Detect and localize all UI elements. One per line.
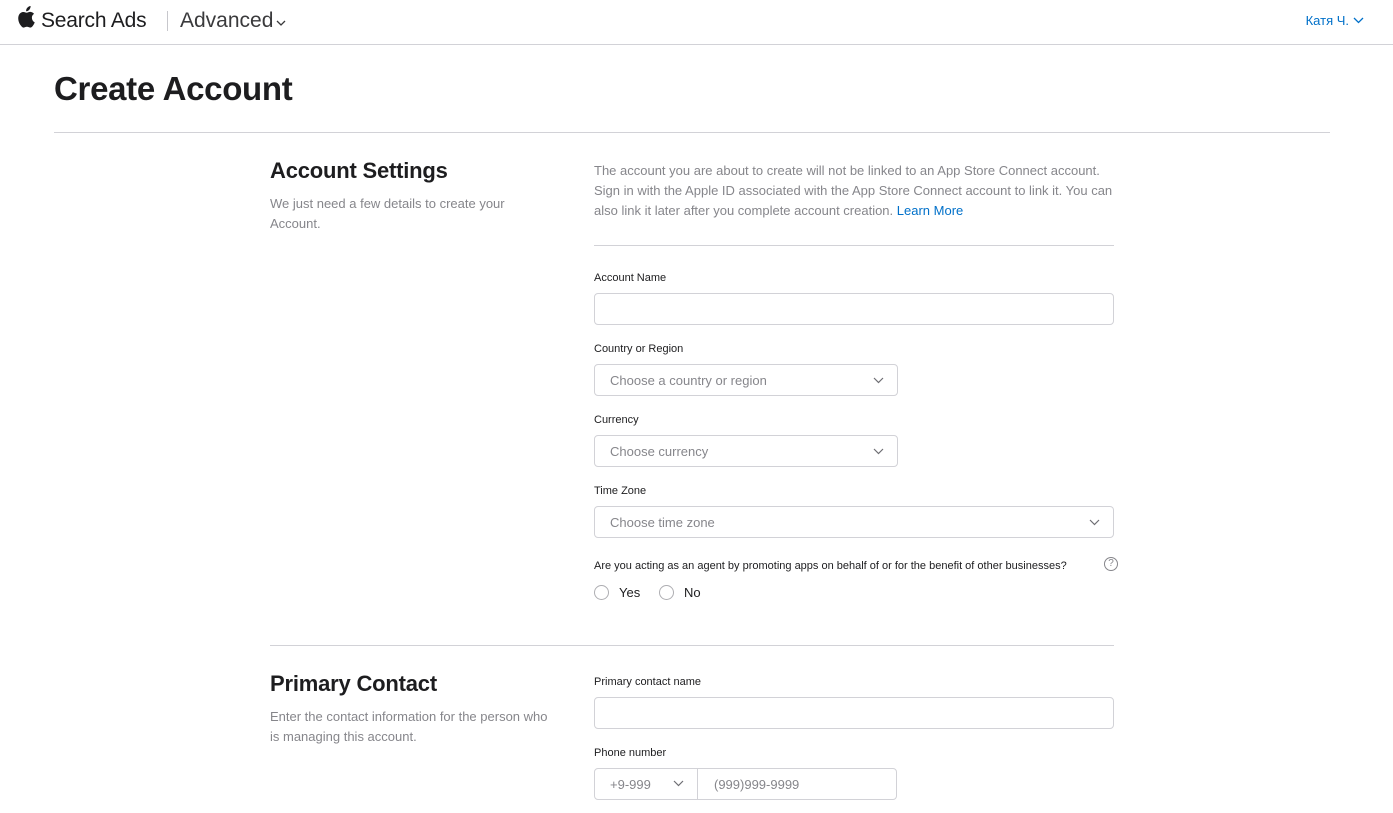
chevron-down-icon [673,780,684,787]
phone-code-placeholder: +9-999 [610,777,651,792]
phone-number-input[interactable] [699,769,896,799]
agent-no-radio[interactable] [659,585,674,600]
chevron-down-icon [1089,519,1100,526]
mode-switcher[interactable]: Advanced [180,9,286,33]
primary-contact-description: Enter the contact information for the pe… [270,709,548,744]
chevron-down-icon [873,377,884,384]
account-settings-title: Account Settings [270,158,448,183]
contact-name-field [594,697,1114,729]
chevron-down-icon [1353,17,1364,24]
phone-number-field [699,769,896,799]
user-menu[interactable]: Катя Ч. [1306,13,1364,28]
account-name-input[interactable] [595,294,1113,324]
account-name-field [594,293,1114,325]
title-divider [54,132,1330,133]
contact-name-label: Primary contact name [594,676,701,688]
currency-label: Currency [594,414,639,426]
chevron-down-icon [873,448,884,455]
chevron-down-icon [276,20,286,26]
country-select[interactable]: Choose a country or region [594,364,898,396]
apple-logo-icon[interactable] [17,6,35,28]
country-label: Country or Region [594,343,684,355]
account-settings-description: We just need a few details to create you… [270,196,505,231]
contact-name-input[interactable] [595,698,1113,728]
agent-yes-radio[interactable] [594,585,609,600]
phone-field: +9-999 [594,768,897,800]
agent-question: Are you acting as an agent by promoting … [594,560,1067,572]
brand-name: Search Ads [41,9,147,32]
top-navigation-bar: Search Ads Advanced Катя Ч. [0,0,1393,45]
page-title: Create Account [54,70,293,107]
agent-no-label[interactable]: No [684,585,701,600]
account-name-label: Account Name [594,272,667,284]
user-name: Катя Ч. [1305,13,1349,28]
phone-country-code-select[interactable]: +9-999 [595,769,698,799]
learn-more-link[interactable]: Learn More [897,203,963,218]
timezone-select[interactable]: Choose time zone [594,506,1114,538]
account-link-notice: The account you are about to create will… [594,161,1116,221]
country-placeholder: Choose a country or region [610,373,767,388]
brand-divider [167,11,168,31]
timezone-placeholder: Choose time zone [610,515,715,530]
currency-placeholder: Choose currency [610,444,709,459]
timezone-label: Time Zone [594,485,647,497]
mode-label: Advanced [180,9,274,32]
section-divider [270,645,1114,646]
currency-select[interactable]: Choose currency [594,435,898,467]
primary-contact-title: Primary Contact [270,671,437,696]
intro-divider [594,245,1114,246]
account-link-notice-text: The account you are about to create will… [594,163,1113,218]
agent-yes-label[interactable]: Yes [619,585,640,600]
phone-label: Phone number [594,747,667,759]
question-circle-icon[interactable]: ? [1104,557,1118,571]
